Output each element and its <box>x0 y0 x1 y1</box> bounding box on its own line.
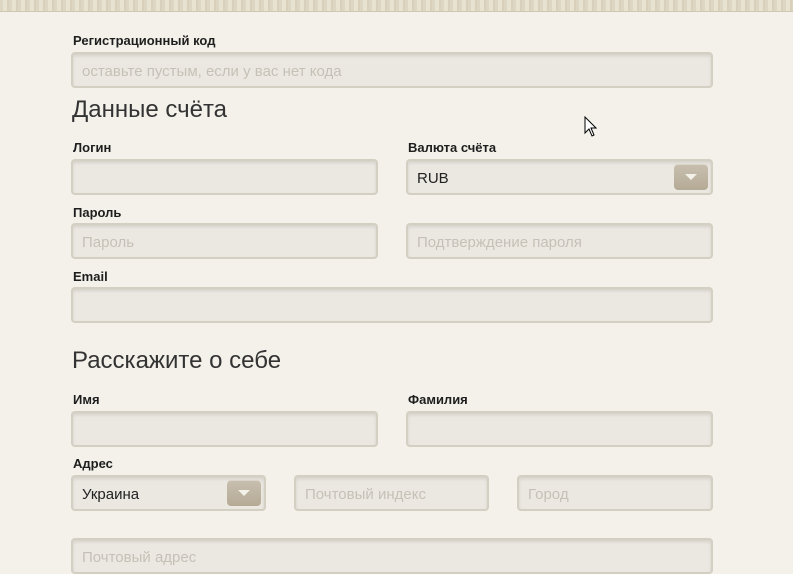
chevron-down-icon[interactable] <box>227 480 261 506</box>
account-section-heading: Данные счёта <box>72 96 228 123</box>
city-field[interactable]: Город <box>517 475 713 511</box>
postal-address-placeholder: Почтовый адрес <box>82 549 197 566</box>
mouse-pointer-icon <box>584 116 598 137</box>
password-confirm-placeholder: Подтверждение пароля <box>417 234 582 251</box>
address-label: Адрес <box>73 456 113 471</box>
email-label: Email <box>73 269 108 284</box>
email-field[interactable] <box>71 287 713 323</box>
login-field[interactable] <box>71 159 378 195</box>
password-label: Пароль <box>73 205 122 220</box>
first-name-field[interactable] <box>71 411 378 447</box>
login-label: Логин <box>73 140 112 155</box>
country-selected-value: Украина <box>82 486 140 503</box>
password-field[interactable]: Пароль <box>71 223 378 259</box>
postal-address-field[interactable]: Почтовый адрес <box>71 538 713 574</box>
password-placeholder: Пароль <box>82 234 135 251</box>
last-name-label: Фамилия <box>408 392 468 407</box>
chevron-down-icon[interactable] <box>674 164 708 190</box>
country-select[interactable]: Украина <box>71 475 266 511</box>
first-name-label: Имя <box>73 392 100 407</box>
postal-code-placeholder: Почтовый индекс <box>305 486 426 503</box>
currency-select[interactable]: RUB <box>406 159 713 195</box>
city-placeholder: Город <box>528 486 569 503</box>
registration-code-placeholder: оставьте пустым, если у вас нет кода <box>82 63 342 80</box>
last-name-field[interactable] <box>406 411 713 447</box>
registration-code-label: Регистрационный код <box>73 33 216 48</box>
about-section-heading: Расскажите о себе <box>72 347 282 374</box>
registration-code-field[interactable]: оставьте пустым, если у вас нет кода <box>71 52 713 88</box>
top-decorative-strip <box>0 0 793 12</box>
postal-code-field[interactable]: Почтовый индекс <box>294 475 489 511</box>
currency-label: Валюта счёта <box>408 140 497 155</box>
currency-selected-value: RUB <box>417 170 449 187</box>
password-confirm-field[interactable]: Подтверждение пароля <box>406 223 713 259</box>
